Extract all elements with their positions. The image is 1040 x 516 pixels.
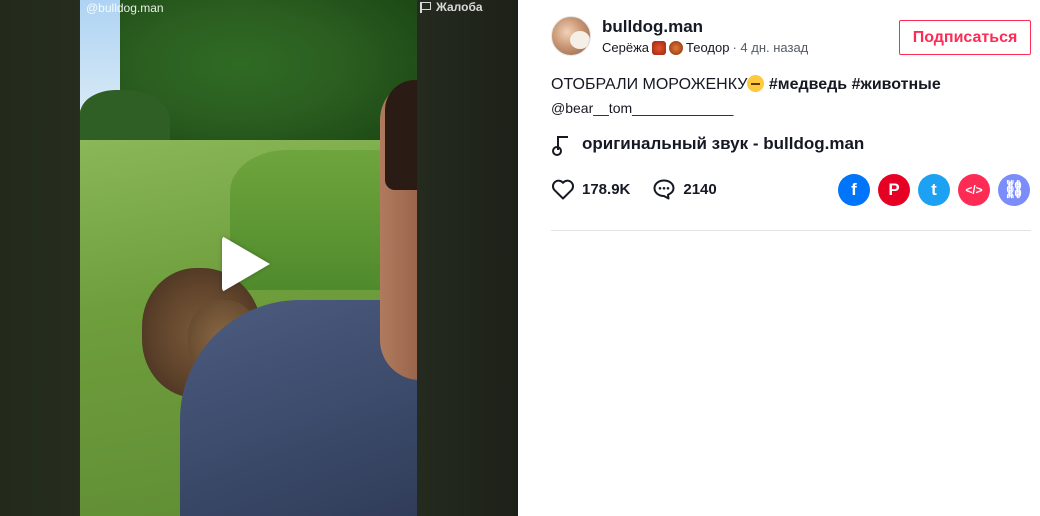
report-label: Жалоба — [436, 0, 483, 14]
music-note-icon — [551, 135, 569, 156]
expressionless-emoji-icon — [747, 75, 765, 92]
author-nickname: Серёжа Теодор · 4 дн. назад — [602, 40, 809, 55]
like-button[interactable]: 178.9K — [551, 178, 630, 200]
post-date: · 4 дн. назад — [732, 40, 809, 55]
author-username[interactable]: bulldog.man — [602, 17, 808, 37]
embed-icon[interactable]: </> — [958, 174, 990, 206]
pinterest-icon[interactable]: P — [878, 174, 910, 206]
video-caption: ОТОБРАЛИ МОРОЖЕНКУ #медведь #животные — [551, 75, 941, 93]
like-count: 178.9K — [582, 180, 631, 198]
hashtag-link[interactable]: #медведь — [769, 76, 847, 93]
video-info-panel: bulldog.man Серёжа Теодор · 4 дн. назад … — [518, 0, 1040, 516]
gloves-emoji-icon — [652, 40, 667, 55]
hashtag-link[interactable]: #животные — [852, 76, 941, 93]
mention-link[interactable]: @bear__tom_____________ — [551, 100, 733, 116]
flag-icon — [420, 1, 431, 13]
facebook-icon[interactable]: f — [838, 174, 870, 206]
comment-count: 2140 — [683, 180, 717, 198]
comment-icon — [653, 179, 675, 200]
report-button[interactable]: Жалоба — [420, 0, 483, 14]
comment-button[interactable]: 2140 — [652, 178, 717, 200]
link-icon[interactable]: ⛓ — [998, 174, 1030, 206]
paw-emoji-icon — [669, 40, 684, 55]
follow-button[interactable]: Подписаться — [899, 20, 1031, 55]
author-block[interactable]: bulldog.man Серёжа Теодор · 4 дн. назад — [551, 16, 808, 56]
engagement-stats: 178.9K 2140 — [551, 178, 739, 200]
heart-icon — [551, 179, 575, 200]
divider — [551, 230, 1031, 231]
sound-link[interactable]: оригинальный звук - bulldog.man — [551, 134, 865, 156]
twitter-icon[interactable]: t — [918, 174, 950, 206]
share-buttons: f P t </> ⛓ — [838, 174, 1030, 206]
avatar[interactable] — [551, 16, 591, 56]
video-player[interactable]: @bulldog.man Жалоба — [0, 0, 518, 516]
video-watermark-handle: @bulldog.man — [86, 1, 164, 15]
play-icon[interactable] — [222, 236, 270, 292]
sound-label: оригинальный звук - bulldog.man — [582, 134, 865, 153]
